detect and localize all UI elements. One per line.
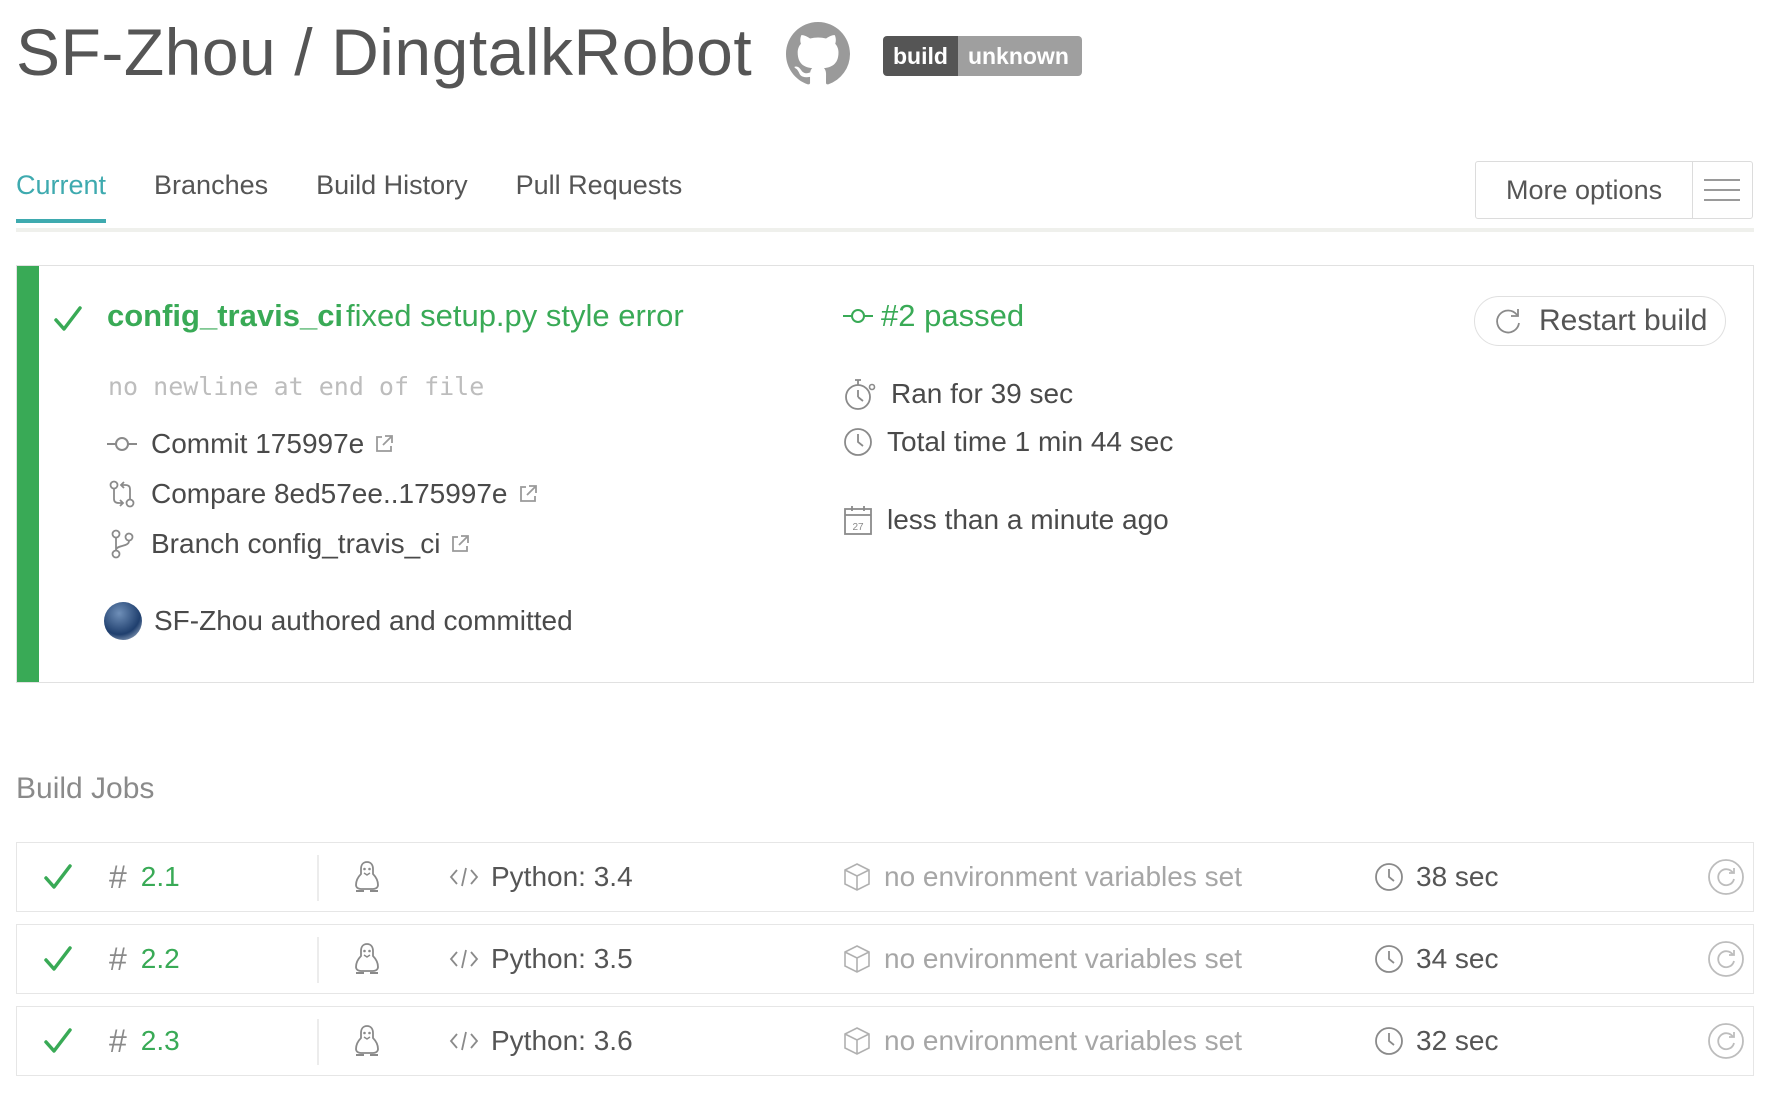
tab-branches[interactable]: Branches <box>154 170 268 223</box>
ran-for: Ran for 39 sec <box>843 376 1073 412</box>
code-icon <box>449 949 479 969</box>
hamburger-menu-icon[interactable] <box>1691 162 1752 218</box>
more-options-label: More options <box>1506 174 1663 205</box>
build-job-row[interactable]: # 2.3 Python: 3.6 no environment variabl… <box>16 1006 1754 1076</box>
package-box-icon <box>844 1027 870 1055</box>
tab-pull-requests[interactable]: Pull Requests <box>516 170 683 223</box>
checkmark-icon <box>43 843 73 911</box>
build-job-row[interactable]: # 2.1 Python: 3.4 no environment variabl… <box>16 842 1754 912</box>
checkmark-icon <box>54 306 82 331</box>
job-duration: 32 sec <box>1416 1025 1499 1056</box>
job-language: Python: 3.6 <box>491 1025 633 1056</box>
restart-build-label: Restart build <box>1539 304 1708 337</box>
job-duration: 38 sec <box>1416 861 1499 892</box>
hash-icon: # <box>109 940 127 977</box>
tab-current[interactable]: Current <box>16 170 107 223</box>
external-link-icon <box>376 435 394 452</box>
linux-tux-icon <box>352 843 382 911</box>
build-branch-name[interactable]: config_travis_ci <box>107 298 343 334</box>
linux-tux-icon <box>352 1007 382 1075</box>
avatar[interactable] <box>104 602 142 640</box>
build-job-row[interactable]: # 2.2 Python: 3.5 no environment variabl… <box>16 924 1754 994</box>
clock-icon <box>1375 863 1403 891</box>
clock-icon <box>1375 1027 1403 1055</box>
commit-label: Commit 175997e <box>151 428 365 459</box>
build-commit-description: no newline at end of file <box>108 372 485 401</box>
repo-name-link[interactable]: DingtalkRobot <box>331 14 752 90</box>
restart-icon <box>1708 859 1744 895</box>
build-status-label: #2 passed <box>881 298 1025 333</box>
build-status-badge[interactable]: build unknown <box>883 36 1082 76</box>
job-env: no environment variables set <box>884 943 1242 974</box>
row-divider <box>317 855 319 901</box>
compare-icon <box>109 480 135 508</box>
clock-icon <box>1375 945 1403 973</box>
svg-text:27: 27 <box>852 522 864 533</box>
row-divider <box>317 1019 319 1065</box>
finished-label: less than a minute ago <box>887 504 1169 535</box>
job-number[interactable]: 2.2 <box>141 943 180 975</box>
external-link-icon <box>452 535 470 552</box>
more-options-button[interactable]: More options <box>1475 161 1753 219</box>
restart-job-button[interactable] <box>1707 925 1745 993</box>
job-number[interactable]: 2.1 <box>141 861 180 893</box>
commit-icon <box>843 309 873 323</box>
checkmark-icon <box>43 1007 73 1075</box>
job-number[interactable]: 2.3 <box>141 1025 180 1057</box>
clock-icon <box>844 428 872 456</box>
tabs-divider <box>16 228 1754 232</box>
package-box-icon <box>844 945 870 973</box>
compare-label: Compare 8ed57ee..175997e <box>151 478 508 509</box>
restart-icon <box>1496 309 1520 334</box>
tab-build-history[interactable]: Build History <box>316 170 468 223</box>
restart-job-button[interactable] <box>1707 1007 1745 1075</box>
build-commit-message[interactable]: fixed setup.py style error <box>346 298 684 334</box>
author-info: SF-Zhou authored and committed <box>104 602 573 640</box>
job-env: no environment variables set <box>884 861 1242 892</box>
total-time-label: Total time 1 min 44 sec <box>887 426 1174 457</box>
hash-icon: # <box>109 858 127 895</box>
linux-tux-icon <box>352 925 382 993</box>
checkmark-icon <box>43 925 73 993</box>
restart-icon <box>1708 1023 1744 1059</box>
restart-icon <box>1708 941 1744 977</box>
compare-link[interactable]: Compare 8ed57ee..175997e <box>107 478 552 510</box>
branch-icon <box>111 529 134 559</box>
code-icon <box>449 1031 479 1051</box>
restart-build-button[interactable]: Restart build <box>1474 296 1726 346</box>
calendar-icon: 27 <box>844 506 872 535</box>
external-link-icon <box>519 485 537 502</box>
row-divider <box>317 937 319 983</box>
job-language: Python: 3.4 <box>491 861 633 892</box>
job-env: no environment variables set <box>884 1025 1242 1056</box>
build-jobs-heading: Build Jobs <box>16 772 155 805</box>
badge-label: build <box>883 36 958 76</box>
branch-link[interactable]: Branch config_travis_ci <box>107 528 484 560</box>
build-status[interactable]: #2 passed <box>843 298 1024 334</box>
commit-icon <box>107 437 137 451</box>
repo-owner-link[interactable]: SF-Zhou <box>16 14 276 90</box>
ran-for-label: Ran for 39 sec <box>891 378 1074 409</box>
commit-link[interactable]: Commit 175997e <box>107 428 408 460</box>
repo-title: SF-Zhou / DingtalkRobot <box>16 12 752 92</box>
stopwatch-icon <box>845 379 876 410</box>
finished-time: 27 less than a minute ago <box>843 504 1169 536</box>
github-icon[interactable] <box>786 22 850 86</box>
branch-label: Branch config_travis_ci <box>151 528 441 559</box>
job-duration: 34 sec <box>1416 943 1499 974</box>
restart-job-button[interactable] <box>1707 843 1745 911</box>
total-time: Total time 1 min 44 sec <box>843 426 1173 458</box>
hash-icon: # <box>109 1022 127 1059</box>
nav-tabs: Current Branches Build History Pull Requ… <box>16 170 682 223</box>
status-stripe <box>17 266 39 682</box>
job-language: Python: 3.5 <box>491 943 633 974</box>
package-box-icon <box>844 863 870 891</box>
build-summary-card: config_travis_ci fixed setup.py style er… <box>16 265 1754 683</box>
badge-value: unknown <box>957 36 1082 76</box>
code-icon <box>449 867 479 887</box>
author-label: SF-Zhou authored and committed <box>154 605 573 636</box>
repo-separator: / <box>294 15 314 89</box>
travis-build-page: SF-Zhou / DingtalkRobot build unknown Cu… <box>0 0 1768 1096</box>
